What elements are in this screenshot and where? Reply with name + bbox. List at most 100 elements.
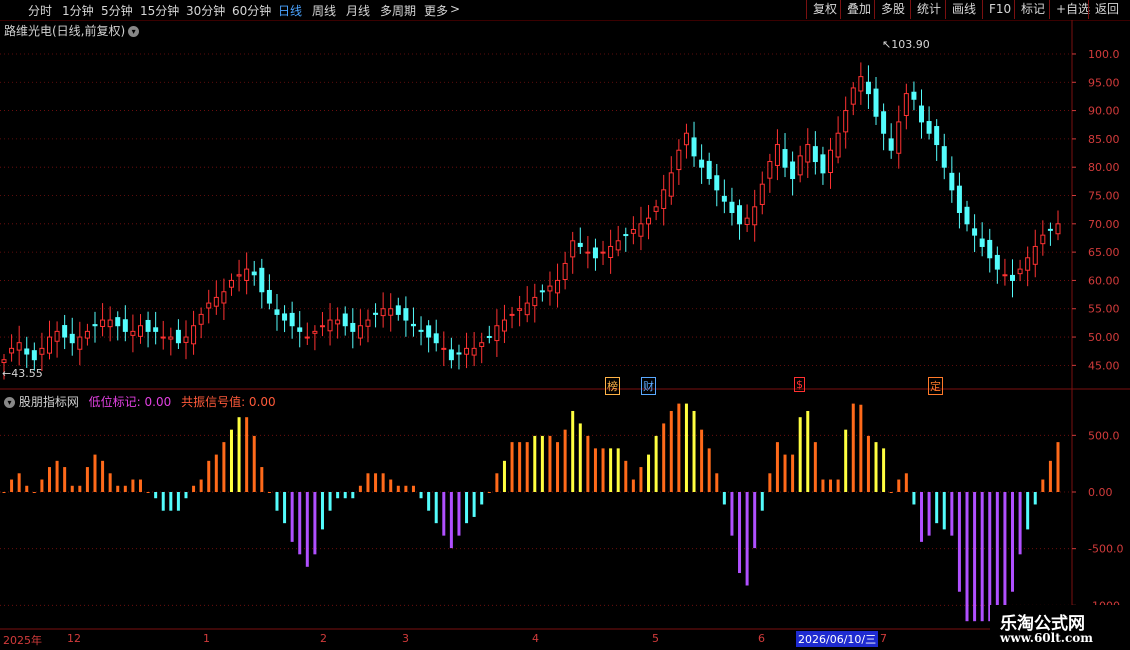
- candle-body: [1055, 223, 1061, 235]
- histogram-bar: [533, 435, 537, 492]
- candle-body: [433, 333, 439, 344]
- event-marker-2[interactable]: $: [794, 377, 805, 392]
- histogram-bar: [252, 435, 256, 492]
- candle-body: [577, 242, 583, 247]
- candle-body: [304, 336, 310, 339]
- histogram-bar: [874, 442, 878, 492]
- histogram-bar: [78, 485, 82, 492]
- histogram-bar: [775, 442, 779, 492]
- histogram-bar: [942, 492, 946, 530]
- histogram-bar: [722, 492, 726, 505]
- histogram-bar: [639, 467, 643, 492]
- histogram-bar: [351, 492, 355, 499]
- candle-body: [342, 313, 348, 327]
- candle-body: [266, 289, 272, 304]
- histogram-bar: [1056, 442, 1060, 492]
- histogram-bar: [396, 485, 400, 492]
- histogram-bar: [609, 448, 613, 492]
- indicator-histogram: [2, 403, 1060, 622]
- candle-body: [676, 149, 682, 171]
- histogram-bar: [108, 473, 112, 492]
- candle-body: [972, 228, 978, 236]
- histogram-bar: [1011, 492, 1015, 592]
- candle-body: [623, 234, 629, 237]
- candle-body: [956, 185, 962, 213]
- candle-body: [183, 336, 189, 343]
- candle-body: [137, 325, 143, 337]
- indicator-dropdown-icon[interactable]: ▾: [4, 397, 15, 408]
- date-label: 2025年: [3, 634, 42, 647]
- candle-body: [828, 149, 834, 173]
- histogram-bar: [1048, 460, 1052, 492]
- candle-body: [911, 91, 917, 100]
- histogram-bar: [980, 492, 984, 622]
- histogram-bar: [829, 479, 833, 492]
- candle-body: [858, 76, 864, 92]
- candle-body: [456, 352, 462, 355]
- candle-body: [84, 330, 90, 339]
- candle-body: [979, 238, 985, 247]
- candle-body: [494, 325, 500, 342]
- low-price-mark: ←43.55: [2, 367, 43, 380]
- event-marker-1[interactable]: 财: [641, 377, 656, 395]
- candle-body: [721, 195, 727, 202]
- price-tick-label: 60.00: [1088, 274, 1120, 287]
- candle-body: [464, 347, 470, 355]
- candle-body: [46, 336, 52, 354]
- histogram-bar: [176, 492, 180, 511]
- histogram-bar: [563, 429, 567, 492]
- candle-body: [403, 308, 409, 321]
- date-label: 6: [758, 632, 765, 645]
- histogram-bar: [192, 485, 196, 492]
- histogram-bar: [123, 485, 127, 492]
- candle-body: [31, 350, 37, 361]
- candle-body: [896, 121, 902, 154]
- histogram-bar: [927, 492, 931, 536]
- event-marker-3[interactable]: 定: [928, 377, 943, 395]
- price-tick-label: 80.00: [1088, 161, 1120, 174]
- candle-body: [630, 228, 636, 234]
- date-label: 5: [652, 632, 659, 645]
- histogram-bar: [601, 448, 605, 492]
- candle-body: [244, 268, 250, 281]
- histogram-bar: [768, 473, 772, 492]
- histogram-bar: [525, 442, 529, 492]
- price-tick-label: 85.00: [1088, 133, 1120, 146]
- histogram-bar: [957, 492, 961, 592]
- histogram-bar: [707, 448, 711, 492]
- histogram-bar: [389, 479, 393, 492]
- candle-body: [812, 146, 818, 163]
- candle-body: [448, 349, 454, 361]
- candle-body: [426, 325, 432, 338]
- histogram-bar: [950, 492, 954, 536]
- candle-body: [790, 161, 796, 180]
- candle-body: [767, 161, 773, 179]
- low-mark-label: 低位标记: 0.00: [88, 395, 172, 409]
- histogram-bar: [32, 492, 36, 493]
- histogram-bar: [935, 492, 939, 524]
- histogram-bar: [305, 492, 309, 567]
- candle-body: [547, 285, 553, 292]
- histogram-bar: [366, 473, 370, 492]
- histogram-bar: [866, 435, 870, 492]
- candle-body: [805, 144, 811, 163]
- histogram-bar: [381, 473, 385, 492]
- histogram-bar: [146, 492, 150, 493]
- candle-body: [77, 336, 83, 350]
- price-tick-label: 50.00: [1088, 331, 1120, 344]
- candle-body: [752, 206, 758, 226]
- histogram-bar: [616, 448, 620, 492]
- histogram-bar: [662, 423, 666, 492]
- histogram-bar: [70, 485, 74, 492]
- histogram-bar: [184, 492, 188, 499]
- event-marker-0[interactable]: 榜: [605, 377, 620, 395]
- candle-body: [941, 146, 947, 168]
- histogram-bar: [283, 492, 287, 524]
- histogram-bar: [783, 454, 787, 492]
- histogram-bar: [449, 492, 453, 549]
- kline-chart[interactable]: 100.095.0090.0085.0080.0075.0070.0065.00…: [0, 0, 1130, 650]
- histogram-bar: [154, 492, 158, 499]
- candle-body: [964, 206, 970, 225]
- histogram-bar: [738, 492, 742, 574]
- histogram-bar: [624, 460, 628, 492]
